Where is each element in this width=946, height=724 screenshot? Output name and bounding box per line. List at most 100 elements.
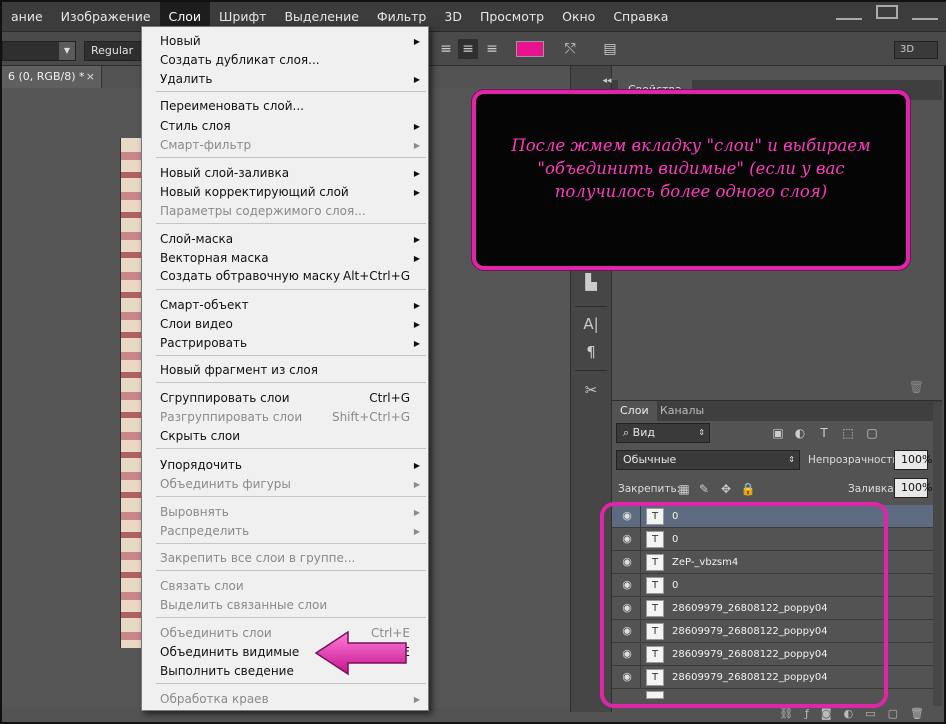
submenu-arrow-icon: ▶ — [413, 301, 420, 310]
menu-item-distribute: Распределить ▶ — [142, 522, 428, 541]
new-adjustment-icon[interactable]: ◐ — [844, 707, 854, 721]
menu-item-select-linked-layers: Выделить связанные слои — [142, 596, 428, 615]
adjustment-filter-icon[interactable]: ◐ — [792, 425, 808, 441]
blend-mode-dropdown[interactable]: Обычные ⇕ — [616, 450, 800, 470]
font-family-dropdown[interactable]: ▼ — [2, 41, 76, 61]
document-tab[interactable]: 6 (0, RGB/8) * × — [2, 66, 102, 88]
menu-item-new-fill-layer[interactable]: Новый слой-заливка ▶ — [142, 164, 428, 183]
window-controls — [836, 2, 938, 22]
submenu-arrow-icon: ▶ — [413, 480, 420, 489]
menu-item-duplicate-layer[interactable]: Создать дубликат слоя... — [142, 51, 428, 70]
menu-item-smart-object[interactable]: Смарт-объект ▶ — [142, 296, 428, 315]
submenu-arrow-icon: ▶ — [413, 695, 420, 704]
blend-mode-value: Обычные — [623, 453, 677, 466]
menu-item-delete[interactable]: Удалить ▶ — [142, 70, 428, 89]
menu-item-label: Создать дубликат слоя... — [160, 53, 320, 67]
3d-mode-dropdown[interactable]: 3D — [894, 41, 938, 59]
menu-item-create-clipping-mask[interactable]: Создать обтравочную маску Alt+Ctrl+G — [142, 267, 428, 286]
menu-item-shortcut: Ctrl+G — [369, 391, 410, 405]
menu-item-hide-layers[interactable]: Скрыть слои — [142, 427, 428, 446]
layers-bottom-toolbar: ⛓ ƒ ◙ ◐ ▭ ▢ 🗑 — [772, 707, 942, 721]
menu-item-label: Упорядочить — [160, 458, 242, 472]
menu-item-label: Скрыть слои — [160, 429, 241, 443]
new-group-icon[interactable]: ▭ — [865, 707, 875, 721]
close-window-icon[interactable] — [912, 4, 938, 20]
character-icon[interactable]: A| — [579, 312, 603, 336]
menu-item-group-layers[interactable]: Сгруппировать слои Ctrl+G — [142, 389, 428, 408]
menu-item-label: Переименовать слой... — [160, 99, 304, 113]
align-left-icon[interactable]: ≡ — [436, 39, 456, 59]
menu-item-label: Новый — [160, 34, 201, 48]
3d-mode-label: 3D — [900, 44, 915, 55]
menu-item-label: Новый корректирующий слой — [160, 185, 349, 199]
layers-panel-header: Слои Каналы — [612, 401, 942, 421]
submenu-arrow-icon: ▶ — [413, 461, 420, 470]
font-style-value: Regular — [91, 44, 134, 57]
maximize-icon[interactable] — [876, 5, 898, 19]
menu-window-partial[interactable]: ание — [2, 2, 52, 32]
submenu-arrow-icon: ▶ — [413, 235, 420, 244]
menu-help[interactable]: Справка — [604, 2, 677, 32]
clone-source-icon[interactable]: ▙ — [579, 270, 603, 294]
menu-view[interactable]: Просмотр — [471, 2, 553, 32]
menu-item-rename-layer[interactable]: Переименовать слой... — [142, 97, 428, 116]
menu-item-label: Обработка краев — [160, 692, 269, 706]
delete-layer-icon[interactable]: 🗑 — [910, 707, 924, 721]
menu-item-arrange[interactable]: Упорядочить ▶ — [142, 456, 428, 475]
new-layer-icon[interactable]: ▢ — [888, 707, 898, 721]
menu-item-layer-mask[interactable]: Слой-маска ▶ — [142, 230, 428, 249]
tool-presets-icon[interactable]: ✂ — [579, 378, 603, 402]
menu-item-label: Новый слой-заливка — [160, 166, 290, 180]
menu-window[interactable]: Окно — [553, 2, 604, 32]
menu-item-layer-content-options: Параметры содержимого слоя... — [142, 202, 428, 221]
menu-item-combine-shapes: Объединить фигуры ▶ — [142, 475, 428, 494]
layers-scrollbar[interactable] — [933, 402, 942, 706]
layer-filter-dropdown[interactable]: ⌕ Вид ⇕ — [616, 423, 710, 443]
menu-item-link-layers: Связать слои — [142, 577, 428, 596]
submenu-arrow-icon: ▶ — [413, 188, 420, 197]
lock-transparent-icon[interactable]: ▦ — [676, 481, 692, 497]
menu-item-label: Выполнить сведение — [160, 664, 294, 678]
align-right-icon[interactable]: ≡ — [482, 39, 502, 59]
trash-icon[interactable]: 🗑 — [909, 380, 924, 394]
menu-item-shortcut: Shift+Ctrl+G — [331, 410, 410, 424]
close-tab-icon[interactable]: × — [86, 66, 95, 88]
search-icon: ⌕ — [623, 426, 633, 439]
lock-brush-icon[interactable]: ✎ — [696, 481, 712, 497]
shape-filter-icon[interactable]: ⬚ — [840, 425, 856, 441]
updown-icon: ⇕ — [698, 428, 705, 437]
lock-all-icon[interactable]: 🔒 — [740, 481, 756, 497]
opacity-value: 100% — [901, 453, 933, 466]
paragraph-icon[interactable]: ¶ — [579, 340, 603, 364]
opacity-input[interactable]: 100% — [894, 450, 932, 470]
menu-item-layer-style[interactable]: Стиль слоя ▶ — [142, 117, 428, 136]
menu-item-label: Создать обтравочную маску — [160, 269, 341, 283]
smart-object-filter-icon[interactable]: ▢ — [864, 425, 880, 441]
menu-item-smart-filter: Смарт-фильтр ▶ — [142, 136, 428, 155]
menu-item-video-layers[interactable]: Слои видео ▶ — [142, 315, 428, 334]
menu-item-new-adjustment-layer[interactable]: Новый корректирующий слой ▶ — [142, 183, 428, 202]
layers-highlight-frame — [600, 502, 888, 708]
tab-layers[interactable]: Слои — [612, 401, 657, 421]
menu-item-new-layer-based-slice[interactable]: Новый фрагмент из слоя — [142, 361, 428, 380]
menu-item-label: Выровнять — [160, 505, 229, 519]
minimize-icon[interactable] — [836, 4, 862, 20]
tab-channels[interactable]: Каналы — [652, 401, 712, 421]
menu-item-new[interactable]: Новый ▶ — [142, 32, 428, 51]
menu-item-label: Векторная маска — [160, 251, 269, 265]
character-panel-icon[interactable]: ▤ — [600, 39, 620, 59]
type-filter-icon[interactable]: T — [816, 425, 832, 441]
fill-input[interactable]: 100% — [894, 478, 932, 498]
menu-item-rasterize[interactable]: Растрировать ▶ — [142, 334, 428, 353]
menu-item-vector-mask[interactable]: Векторная маска ▶ — [142, 249, 428, 268]
fx-icon[interactable]: ƒ — [805, 707, 809, 721]
menu-3d[interactable]: 3D — [435, 2, 471, 32]
lock-move-icon[interactable]: ✥ — [718, 481, 734, 497]
text-color-swatch[interactable] — [516, 41, 544, 57]
add-mask-icon[interactable]: ◙ — [821, 707, 832, 721]
align-center-icon[interactable]: ≡ — [458, 39, 478, 59]
link-layers-icon[interactable]: ⛓ — [779, 707, 793, 721]
menu-item-label: Разгруппировать слои — [160, 410, 303, 424]
pixel-filter-icon[interactable]: ▣ — [770, 425, 786, 441]
warp-text-icon[interactable]: ⤲ — [560, 39, 580, 59]
